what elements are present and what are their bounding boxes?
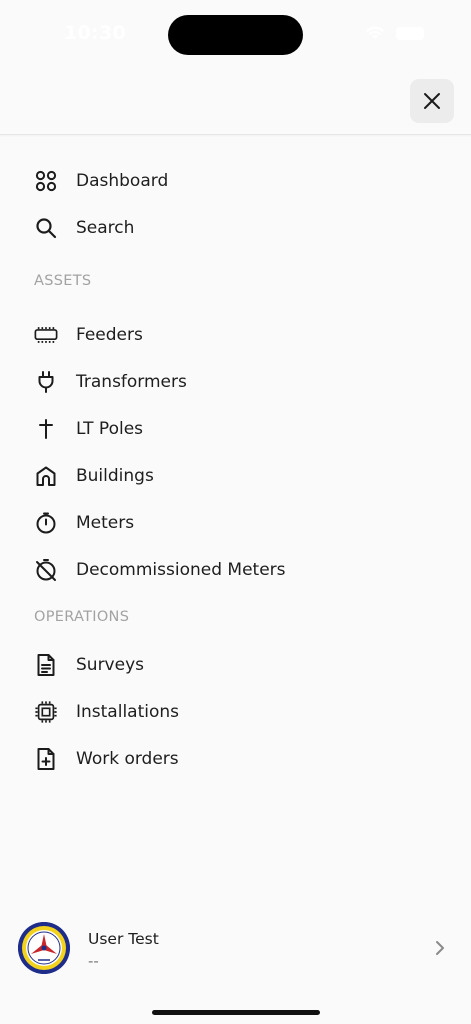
- nav-label: Transformers: [76, 372, 187, 392]
- dashboard-grid-icon: [34, 169, 58, 193]
- drawer-header: [0, 0, 471, 135]
- nav-item-installations[interactable]: Installations: [0, 690, 471, 734]
- section-header-assets: ASSETS: [34, 273, 92, 289]
- user-name: User Test: [88, 930, 159, 948]
- file-plus-icon: [34, 747, 58, 771]
- nav-label: LT Poles: [76, 419, 144, 439]
- nav-item-search[interactable]: Search: [0, 206, 471, 250]
- nav-label: Feeders: [76, 325, 143, 345]
- nav-label: Work orders: [76, 749, 179, 769]
- feeder-icon: [34, 323, 58, 347]
- user-subtitle: --: [88, 952, 99, 970]
- pole-icon: [34, 417, 58, 441]
- meter-icon: [34, 511, 58, 535]
- nav-label: Meters: [76, 513, 135, 533]
- building-icon: [34, 464, 58, 488]
- nav-label: Search: [76, 218, 135, 238]
- nav-item-decommissioned-meters[interactable]: Decommissioned Meters: [0, 548, 471, 592]
- nav-item-feeders[interactable]: Feeders: [0, 313, 471, 357]
- meter-off-icon: [34, 558, 58, 582]
- nav-label: Surveys: [76, 655, 144, 675]
- nav-item-buildings[interactable]: Buildings: [0, 454, 471, 498]
- nav-item-surveys[interactable]: Surveys: [0, 643, 471, 687]
- nav-label: Dashboard: [76, 171, 169, 191]
- close-button[interactable]: [410, 79, 454, 123]
- nav-label: Decommissioned Meters: [76, 560, 286, 580]
- close-icon: [424, 93, 440, 109]
- user-profile-row[interactable]: User Test --: [0, 916, 471, 982]
- chevron-right-icon: [436, 941, 444, 955]
- company-logo: [18, 922, 70, 974]
- nav-item-transformers[interactable]: Transformers: [0, 360, 471, 404]
- nav-item-work-orders[interactable]: Work orders: [0, 737, 471, 781]
- chip-icon: [34, 700, 58, 724]
- nav-label: Buildings: [76, 466, 154, 486]
- home-indicator: [152, 1010, 320, 1015]
- survey-document-icon: [34, 653, 58, 677]
- nav-item-dashboard[interactable]: Dashboard: [0, 159, 471, 203]
- search-icon: [34, 216, 58, 240]
- nav-label: Installations: [76, 702, 180, 722]
- plug-icon: [34, 370, 58, 394]
- section-header-operations: OPERATIONS: [34, 609, 130, 625]
- avatar: [18, 922, 70, 974]
- nav-item-meters[interactable]: Meters: [0, 501, 471, 545]
- nav-item-lt-poles[interactable]: LT Poles: [0, 407, 471, 451]
